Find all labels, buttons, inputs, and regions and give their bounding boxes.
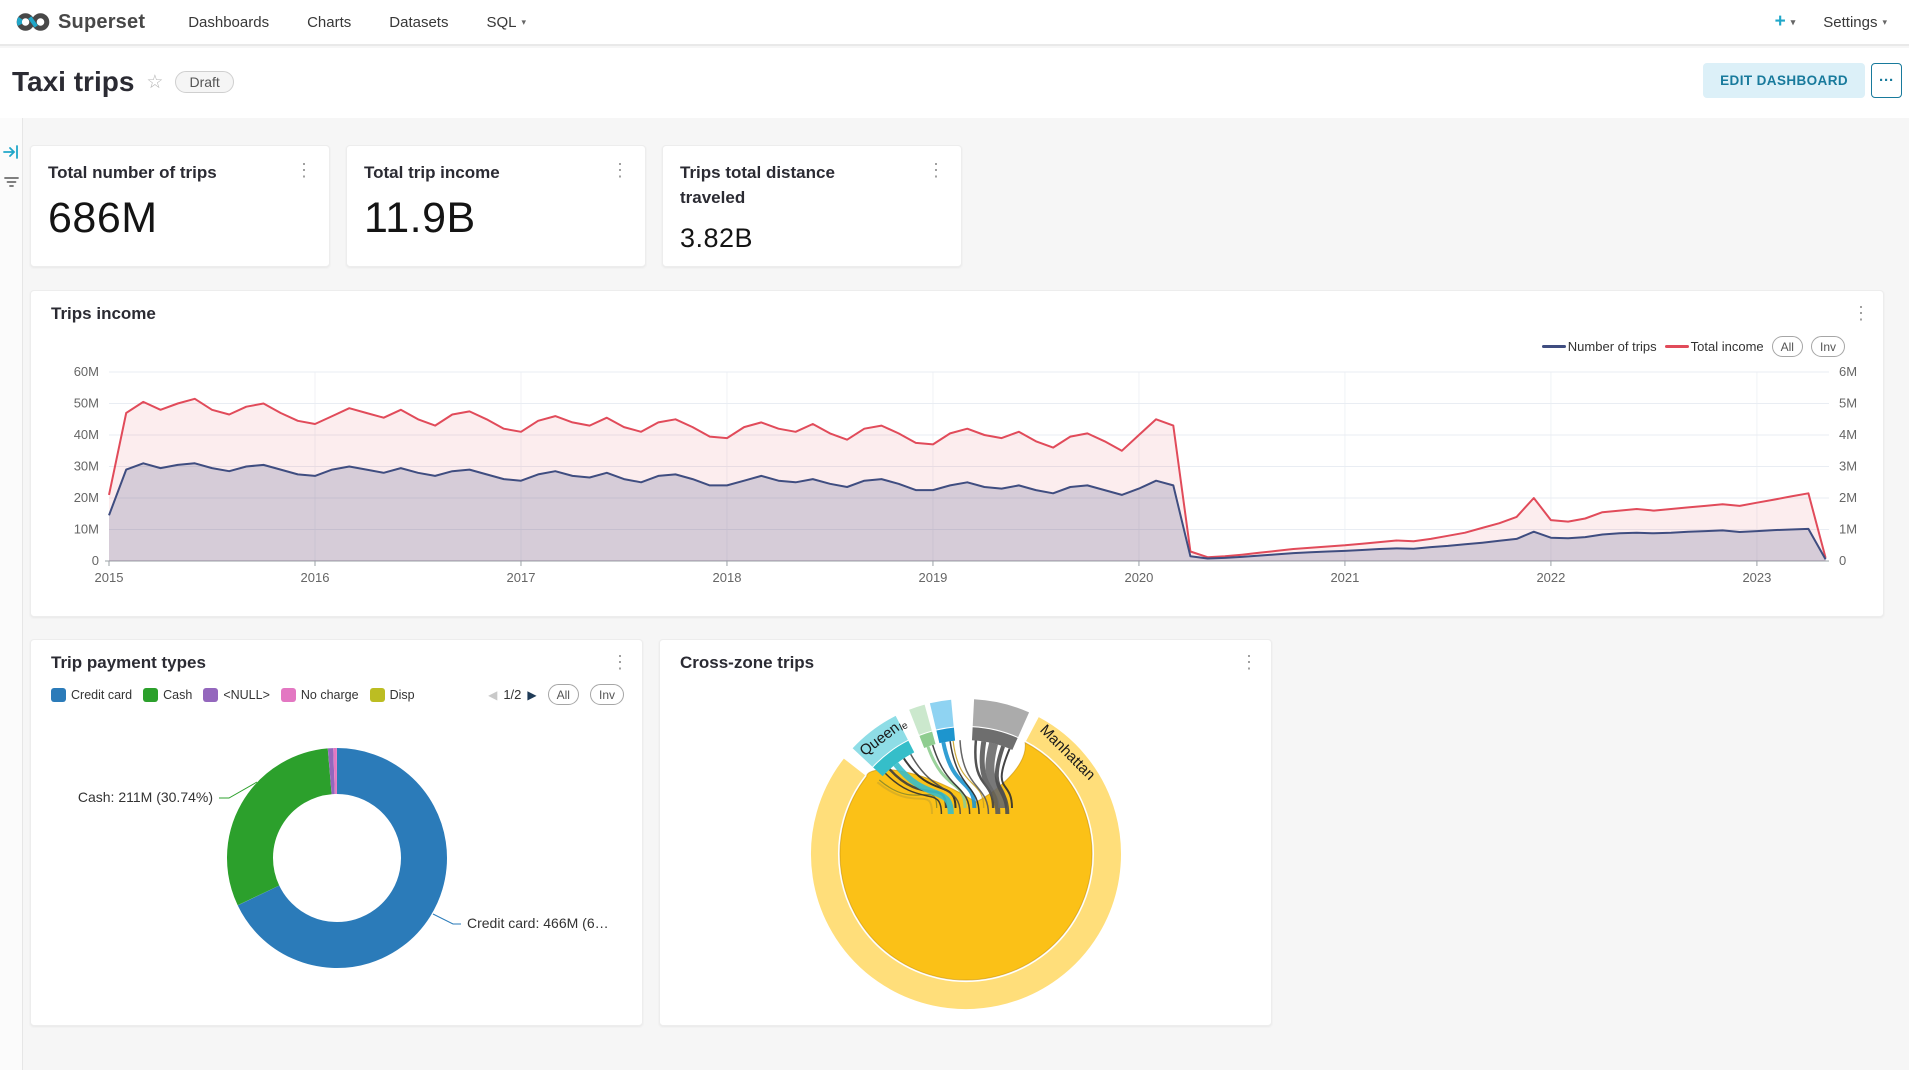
- x-axis-label: 2017: [507, 570, 536, 585]
- new-item-menu[interactable]: +▾: [1775, 11, 1796, 33]
- y-axis-right-label: 5M: [1839, 396, 1857, 411]
- y-axis-left-label: 60M: [74, 364, 99, 379]
- zone-arc-zone-gray[interactable]: [973, 713, 1023, 725]
- x-axis-label: 2023: [1742, 570, 1771, 585]
- trips-income-card: Trips income ⋮ Number of trips Total inc…: [30, 290, 1884, 617]
- y-axis-left-label: 30M: [74, 459, 99, 474]
- chevron-down-icon: ▾: [521, 17, 526, 28]
- superset-dashboard: { "navbar": { "brand": "Superset", "item…: [0, 0, 1909, 1070]
- x-axis-label: 2021: [1330, 570, 1359, 585]
- zone-arc-zone-mint[interactable]: [914, 718, 928, 723]
- zone-inner-arc-zone-blue: [938, 734, 955, 737]
- kpi-title: Total trip income: [364, 161, 500, 186]
- nav-charts[interactable]: Charts: [288, 14, 370, 31]
- superset-infinity-icon: [16, 10, 50, 34]
- x-axis-label: 2019: [918, 570, 947, 585]
- edit-dashboard-button[interactable]: EDIT DASHBOARD: [1703, 63, 1865, 98]
- cross-zone-card: Cross-zone trips ⋮ QueenleManhattan: [659, 639, 1272, 1026]
- trips-income-plot: 60M 6M 50M 5M 40M 4M 30M 3M 20M 2M 10M 1M 0 0 2015 2016…: [31, 291, 1885, 618]
- cross-zone-chord: QueenleManhattan: [660, 640, 1273, 1027]
- kpi-card-total-trips: Total number of trips ⋮ 686M: [30, 145, 330, 267]
- x-axis-label: 2022: [1536, 570, 1565, 585]
- settings-menu[interactable]: Settings▾: [1823, 14, 1887, 31]
- kpi-card-trip-income: Total trip income ⋮ 11.9B: [346, 145, 646, 267]
- donut-label-cash: Cash: 211M (30.74%): [78, 789, 213, 805]
- donut-slice-cash[interactable]: [250, 771, 330, 895]
- zone-arc-zone-blue[interactable]: [933, 713, 952, 716]
- kpi-card-total-distance: Trips total distance traveled ⋮ 3.82B: [662, 145, 962, 267]
- y-axis-left-label: 40M: [74, 427, 99, 442]
- y-axis-right-label: 6M: [1839, 364, 1857, 379]
- x-axis-label: 2016: [301, 570, 330, 585]
- x-axis-label: 2018: [713, 570, 742, 585]
- filter-bar-collapsed: [0, 118, 23, 1070]
- chart-menu-icon[interactable]: ⋮: [295, 161, 313, 179]
- dashboard-header: Taxi trips ☆ Draft EDIT DASHBOARD ···: [0, 48, 1909, 118]
- payment-types-donut: Cash: 211M (30.74%) Credit card: 466M (6…: [31, 640, 644, 1027]
- y-axis-right-label: 4M: [1839, 427, 1857, 442]
- zone-inner-arc-zone-mint: [922, 738, 934, 742]
- y-axis-left-label: 20M: [74, 490, 99, 505]
- nav-datasets[interactable]: Datasets: [370, 14, 467, 31]
- kpi-title: Total number of trips: [48, 161, 217, 186]
- zone-inner-arc-zone-gray: [972, 734, 1015, 744]
- status-badge: Draft: [175, 71, 233, 93]
- chord-self-trips-fill: [840, 743, 1092, 980]
- y-axis-left-label: 10M: [74, 522, 99, 537]
- y-axis-right-label: 0: [1839, 553, 1846, 568]
- chevron-down-icon: ▾: [1791, 17, 1796, 28]
- callout-line-credit-card: [433, 914, 461, 924]
- y-axis-right-label: 1M: [1839, 522, 1857, 537]
- brand-name: Superset: [58, 11, 145, 34]
- chevron-down-icon: ▾: [1882, 17, 1887, 28]
- kpi-value: 686M: [48, 194, 158, 243]
- kpi-title: Trips total distance traveled: [680, 161, 865, 210]
- favorite-star-icon[interactable]: ☆: [146, 71, 163, 94]
- nav-dashboards[interactable]: Dashboards: [169, 14, 288, 31]
- x-axis-label: 2020: [1124, 570, 1153, 585]
- nav-sql[interactable]: SQL▾: [467, 14, 545, 31]
- chart-menu-icon[interactable]: ⋮: [611, 161, 629, 179]
- superset-logo[interactable]: Superset: [16, 10, 145, 34]
- y-axis-right-label: 2M: [1839, 490, 1857, 505]
- payment-types-card: Trip payment types ⋮ Credit card Cash <N…: [30, 639, 643, 1026]
- top-navbar: Superset Dashboards Charts Datasets SQL▾…: [0, 0, 1909, 46]
- kpi-value: 11.9B: [364, 194, 476, 243]
- chart-menu-icon[interactable]: ⋮: [927, 161, 945, 179]
- dashboard-more-button[interactable]: ···: [1871, 63, 1902, 98]
- kpi-value: 3.82B: [680, 223, 753, 254]
- expand-filter-bar-icon[interactable]: [3, 144, 21, 160]
- y-axis-right-label: 3M: [1839, 459, 1857, 474]
- donut-label-credit-card: Credit card: 466M (6…: [467, 915, 609, 931]
- y-axis-left-label: 0: [92, 553, 99, 568]
- x-axis-label: 2015: [95, 570, 124, 585]
- y-axis-left-label: 50M: [74, 396, 99, 411]
- page-title: Taxi trips: [12, 66, 134, 98]
- filter-icon[interactable]: [3, 174, 21, 190]
